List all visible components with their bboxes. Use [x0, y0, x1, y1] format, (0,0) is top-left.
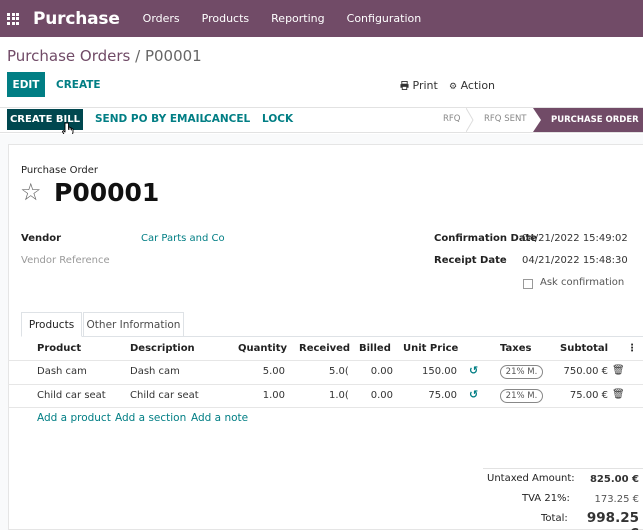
col-quantity[interactable]: Quantity — [238, 343, 287, 354]
price-reset-icon[interactable]: ↺ — [469, 364, 478, 377]
breadcrumb: Purchase Orders / P00001 — [7, 47, 202, 65]
top-navbar: Purchase Orders Products Reporting Confi… — [0, 0, 643, 37]
gear-icon: ⚙ — [449, 82, 458, 92]
breadcrumb-current: P00001 — [144, 47, 202, 65]
vendor-label: Vendor — [21, 233, 62, 244]
cell-description: Child car seat — [130, 390, 199, 401]
stage-chevron-icon — [466, 108, 474, 132]
cell-product: Child car seat — [37, 390, 106, 401]
receipt-date-label: Receipt Date — [434, 255, 507, 266]
untaxed-amount-label: Untaxed Amount: — [487, 473, 575, 484]
total-value: 998.25 € — [586, 510, 639, 530]
cell-billed: 0.00 — [370, 390, 393, 401]
cell-product: Dash cam — [37, 366, 87, 377]
cancel-button[interactable]: CANCEL — [204, 113, 250, 125]
row-divider — [8, 407, 643, 408]
print-icon — [400, 81, 409, 90]
totals-divider — [483, 468, 643, 469]
action-button[interactable]: ⚙ Action — [449, 79, 495, 92]
tab-products[interactable]: Products — [21, 312, 82, 337]
app-brand[interactable]: Purchase — [33, 9, 120, 29]
tva-label: TVA 21%: — [522, 493, 570, 504]
cell-billed: 0.00 — [370, 366, 393, 377]
cell-quantity: 5.00 — [262, 366, 285, 377]
stage-rfq[interactable]: RFQ — [443, 114, 461, 124]
cell-received: 5.0( — [329, 366, 349, 377]
apps-menu-icon[interactable] — [7, 12, 21, 25]
cell-received: 1.0( — [329, 390, 349, 401]
price-reset-icon[interactable]: ↺ — [469, 388, 478, 401]
menu-reporting[interactable]: Reporting — [271, 12, 324, 25]
cell-description: Dash cam — [130, 366, 180, 377]
send-po-email-button[interactable]: SEND PO BY EMAIL — [95, 113, 206, 125]
cell-quantity: 1.00 — [262, 390, 285, 401]
column-options-icon[interactable]: ⋮ — [627, 343, 637, 354]
ask-confirmation-label: Ask confirmation — [540, 277, 625, 288]
col-taxes[interactable]: Taxes — [500, 343, 531, 354]
col-subtotal[interactable]: Subtotal — [560, 343, 608, 354]
receipt-date-value[interactable]: 04/21/2022 15:48:30 — [522, 255, 628, 266]
lock-button[interactable]: LOCK — [262, 113, 293, 125]
cell-unit-price: 75.00 — [428, 390, 457, 401]
add-section-link[interactable]: Add a section — [115, 412, 186, 424]
col-billed[interactable]: Billed — [359, 343, 391, 354]
create-button[interactable]: CREATE — [56, 79, 101, 91]
trash-icon[interactable]: 🗑 — [612, 365, 625, 376]
tva-value: 173.25 € — [594, 494, 639, 505]
total-label: Total: — [541, 513, 568, 524]
table-header-divider — [8, 360, 643, 361]
col-received[interactable]: Received — [299, 343, 350, 354]
print-label: Print — [412, 79, 438, 92]
record-title: P00001 — [54, 178, 160, 207]
trash-icon[interactable]: 🗑 — [612, 389, 625, 400]
add-note-link[interactable]: Add a note — [191, 412, 248, 424]
print-button[interactable]: Print — [400, 79, 438, 92]
tax-badge[interactable]: 21% M. — [500, 389, 543, 403]
action-label: Action — [460, 79, 496, 92]
cell-subtotal: 75.00 € — [569, 390, 608, 401]
confirmation-date-value[interactable]: 04/21/2022 15:49:02 — [522, 233, 628, 244]
tax-badge[interactable]: 21% M. — [500, 365, 543, 379]
edit-button[interactable]: EDIT — [7, 72, 45, 97]
star-icon[interactable]: ☆ — [20, 178, 42, 206]
record-type-label: Purchase Order — [21, 165, 99, 176]
menu-orders[interactable]: Orders — [143, 12, 180, 25]
menu-products[interactable]: Products — [202, 12, 250, 25]
add-product-link[interactable]: Add a product — [37, 412, 111, 424]
stage-purchase-order[interactable]: PURCHASE ORDER — [533, 108, 643, 132]
cell-unit-price: 150.00 — [422, 366, 457, 377]
row-divider — [8, 384, 643, 385]
vendor-field[interactable]: Car Parts and Co — [141, 233, 225, 244]
breadcrumb-separator: / — [135, 47, 141, 65]
menu-configuration[interactable]: Configuration — [347, 12, 422, 25]
ask-confirmation-checkbox[interactable] — [523, 279, 533, 289]
col-description[interactable]: Description — [130, 343, 195, 354]
stage-rfq-sent[interactable]: RFQ SENT — [484, 114, 527, 124]
col-unit-price[interactable]: Unit Price — [403, 343, 458, 354]
col-product[interactable]: Product — [37, 343, 81, 354]
untaxed-amount-value: 825.00 € — [589, 474, 639, 485]
vendor-reference-label: Vendor Reference — [21, 255, 110, 266]
tab-other-information[interactable]: Other Information — [83, 312, 184, 337]
cell-subtotal: 750.00 € — [563, 366, 608, 377]
breadcrumb-parent[interactable]: Purchase Orders — [7, 47, 130, 65]
